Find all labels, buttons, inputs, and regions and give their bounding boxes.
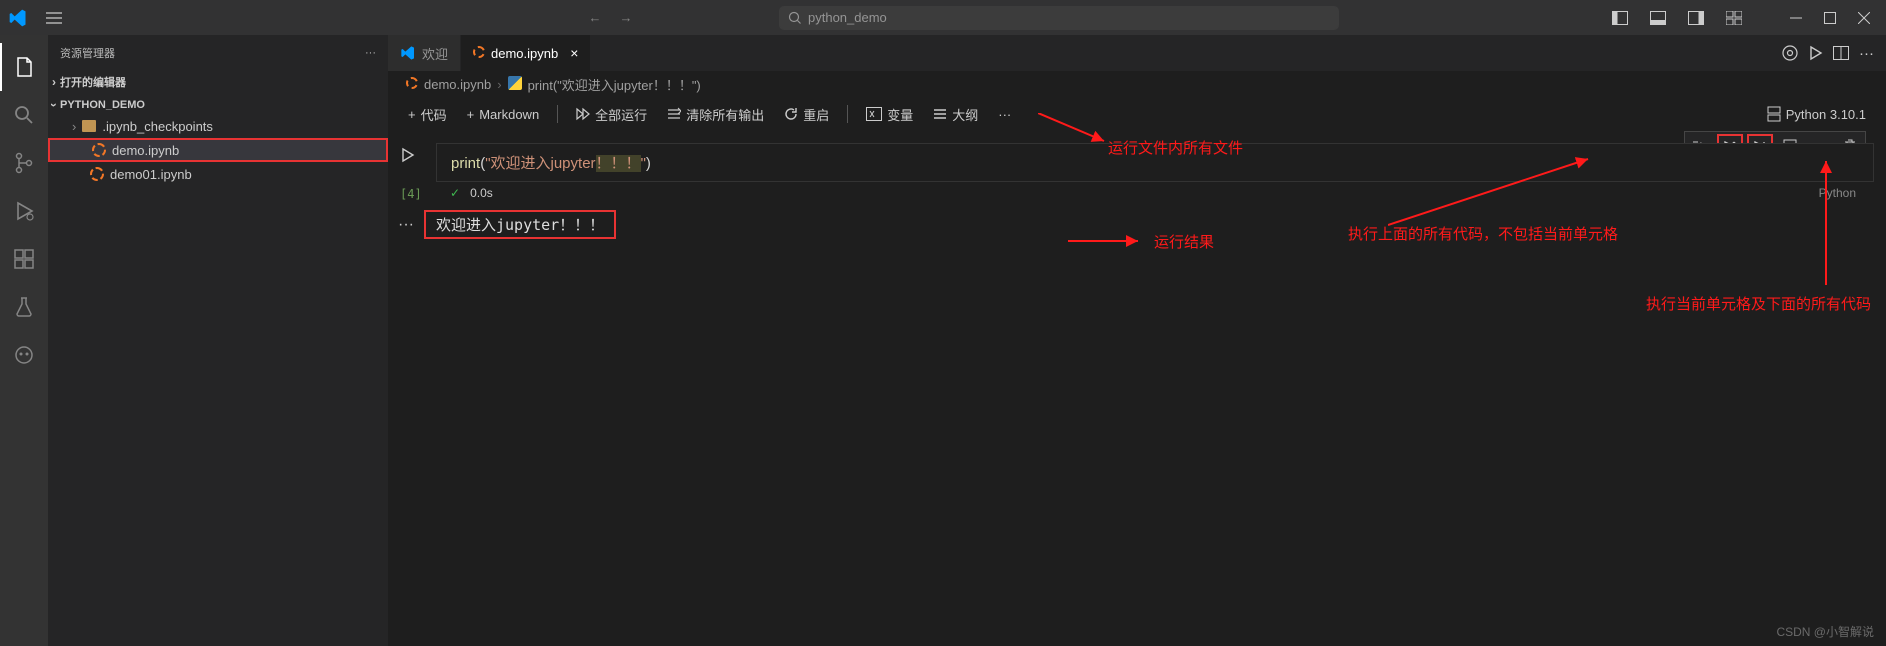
kernel-picker[interactable]: Python 3.10.1 xyxy=(1759,104,1874,124)
outline-icon xyxy=(933,107,947,121)
run-all-button[interactable]: 全部运行 xyxy=(568,103,655,126)
close-icon[interactable]: × xyxy=(570,45,578,61)
cell-status-bar: ✓ 0.0s Python xyxy=(436,182,1874,204)
customize-layout-icon[interactable] xyxy=(1718,7,1750,29)
output-menu-icon[interactable]: ··· xyxy=(388,216,424,234)
tab-demo-ipynb[interactable]: demo.ipynb × xyxy=(461,35,591,71)
run-cell-button[interactable] xyxy=(400,147,416,163)
notebook-body: ··· [4] print("欢迎进入jupyter！！！") ✓ 0.0s P… xyxy=(388,131,1886,646)
window-maximize-icon[interactable] xyxy=(1816,8,1844,28)
search-icon xyxy=(788,11,802,25)
chevron-right-icon: › xyxy=(52,75,56,89)
testing-activity-icon[interactable] xyxy=(0,283,48,331)
jupyter-icon xyxy=(88,167,106,181)
clear-icon xyxy=(667,107,681,121)
plus-icon: + xyxy=(408,107,416,122)
explorer-sidebar: 资源管理器 ··· › 打开的编辑器 › PYTHON_DEMO › .ipyn… xyxy=(48,35,388,646)
run-all-icon[interactable] xyxy=(1809,45,1823,61)
layout-primary-sidebar-icon[interactable] xyxy=(1604,7,1636,29)
success-check-icon: ✓ xyxy=(450,186,460,200)
workspace-section[interactable]: › PYTHON_DEMO xyxy=(48,96,388,114)
divider xyxy=(847,105,848,123)
code-cell[interactable]: print("欢迎进入jupyter！！！") ✓ 0.0s Python xyxy=(436,143,1874,204)
outline-button[interactable]: 大纲 xyxy=(925,103,986,126)
jupyter-icon xyxy=(90,143,108,157)
window-minimize-icon[interactable] xyxy=(1782,8,1810,28)
open-editors-label: 打开的编辑器 xyxy=(60,74,126,90)
restart-button[interactable]: 重启 xyxy=(776,103,837,126)
watermark: CSDN @小智解说 xyxy=(1776,623,1874,640)
chevron-right-icon: › xyxy=(72,119,76,134)
editor-tabs: 欢迎 demo.ipynb × ··· xyxy=(388,35,1886,71)
nav-forward-icon[interactable]: → xyxy=(614,8,639,27)
open-editors-section[interactable]: › 打开的编辑器 xyxy=(48,72,388,92)
run-debug-activity-icon[interactable] xyxy=(0,187,48,235)
nav-back-icon[interactable]: ← xyxy=(583,8,608,27)
run-all-icon xyxy=(576,107,590,121)
cell-output: 欢迎进入jupyter！！！ xyxy=(424,210,616,239)
activity-bar xyxy=(0,35,48,646)
layout-panel-icon[interactable] xyxy=(1642,7,1674,29)
plus-icon: + xyxy=(467,107,475,122)
add-code-button[interactable]: +代码 xyxy=(400,103,455,126)
workspace-label: PYTHON_DEMO xyxy=(60,99,145,111)
jupyter-icon xyxy=(406,77,418,92)
variables-button[interactable]: 变量 xyxy=(858,103,921,126)
tree-item-label: demo.ipynb xyxy=(112,143,179,158)
window-close-icon[interactable] xyxy=(1850,8,1878,28)
split-editor-icon[interactable] xyxy=(1833,46,1849,60)
cell-language[interactable]: Python xyxy=(1819,186,1856,200)
search-activity-icon[interactable] xyxy=(0,91,48,139)
sidebar-more-icon[interactable]: ··· xyxy=(365,47,376,59)
divider xyxy=(557,105,558,123)
tab-welcome[interactable]: 欢迎 xyxy=(388,35,461,71)
layout-secondary-sidebar-icon[interactable] xyxy=(1680,7,1712,29)
execution-duration: 0.0s xyxy=(470,186,493,200)
hamburger-menu-icon[interactable] xyxy=(38,7,70,29)
annotation-exec-below: 执行当前单元格及下面的所有代码 xyxy=(1646,293,1871,314)
tree-item-notebook-active[interactable]: demo.ipynb xyxy=(48,138,388,162)
breadcrumb-cell[interactable]: print("欢迎进入jupyter！！！") xyxy=(528,75,701,94)
execution-count: [4] xyxy=(400,187,422,201)
tab-label: 欢迎 xyxy=(422,44,448,63)
vscode-logo-icon xyxy=(400,45,416,61)
source-control-activity-icon[interactable] xyxy=(0,139,48,187)
chevron-down-icon: › xyxy=(47,103,61,107)
run-settings-icon[interactable] xyxy=(1781,44,1799,62)
toolbar-overflow-icon[interactable]: ··· xyxy=(990,105,1019,124)
restart-icon xyxy=(784,107,798,121)
vscode-logo-icon xyxy=(8,8,28,28)
chevron-right-icon: › xyxy=(497,77,501,92)
explorer-activity-icon[interactable] xyxy=(0,43,48,91)
command-center-search[interactable]: python_demo xyxy=(779,6,1339,30)
breadcrumb-file[interactable]: demo.ipynb xyxy=(424,77,491,92)
more-actions-icon[interactable]: ··· xyxy=(1859,45,1874,62)
python-icon xyxy=(508,76,522,93)
tree-item-folder[interactable]: › .ipynb_checkpoints xyxy=(48,114,388,138)
cell-editor[interactable]: print("欢迎进入jupyter！！！") xyxy=(436,143,1874,182)
notebook-toolbar: +代码 +Markdown 全部运行 清除所有输出 重启 变量 大纲 ··· P… xyxy=(388,97,1886,131)
add-markdown-button[interactable]: +Markdown xyxy=(459,105,548,124)
tab-label: demo.ipynb xyxy=(491,46,558,61)
copilot-activity-icon[interactable] xyxy=(0,331,48,379)
editor-area: 欢迎 demo.ipynb × ··· demo.ipynb › print("… xyxy=(388,35,1886,646)
variables-icon xyxy=(866,107,882,121)
server-icon xyxy=(1767,106,1781,122)
sidebar-title: 资源管理器 xyxy=(60,45,115,61)
code-token: print xyxy=(451,155,480,172)
extensions-activity-icon[interactable] xyxy=(0,235,48,283)
tree-item-label: demo01.ipynb xyxy=(110,167,192,182)
tree-item-label: .ipynb_checkpoints xyxy=(102,119,213,134)
breadcrumb[interactable]: demo.ipynb › print("欢迎进入jupyter！！！") xyxy=(388,71,1886,97)
folder-icon xyxy=(80,120,98,132)
clear-outputs-button[interactable]: 清除所有输出 xyxy=(659,103,772,126)
jupyter-icon xyxy=(473,46,485,61)
title-bar: ← → python_demo xyxy=(0,0,1886,35)
search-text: python_demo xyxy=(808,10,887,25)
tree-item-notebook[interactable]: demo01.ipynb xyxy=(48,162,388,186)
